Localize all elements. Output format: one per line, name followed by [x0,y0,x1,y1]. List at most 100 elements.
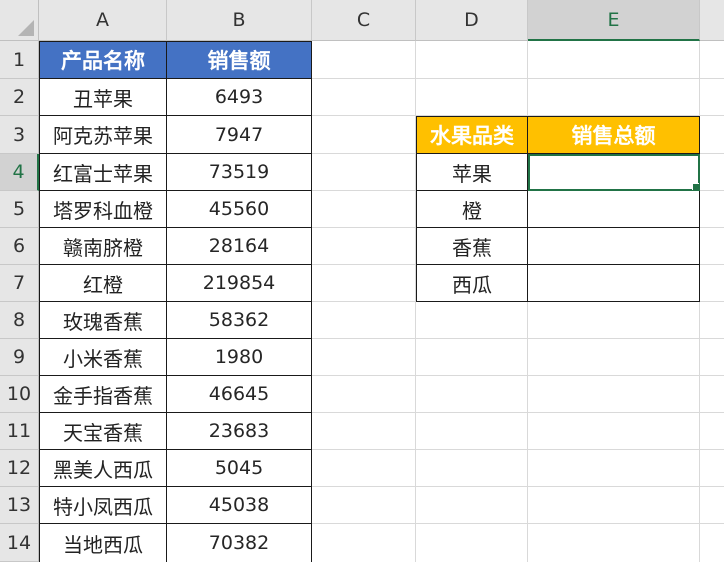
cell-d5-category[interactable]: 橙 [416,191,528,228]
row-header-6[interactable]: 6 [0,228,39,265]
cell-e8[interactable] [528,302,700,339]
cell-c13[interactable] [312,487,416,524]
cell-a2-product[interactable]: 丑苹果 [39,79,167,116]
cell-e1[interactable] [528,41,700,79]
row-header-8[interactable]: 8 [0,302,39,339]
cell-b2-sales[interactable]: 6493 [167,79,312,116]
cell-c6[interactable] [312,228,416,265]
cell-e2[interactable] [528,79,700,116]
cell-f9[interactable] [700,339,724,376]
cell-f5[interactable] [700,191,724,228]
cell-e4-total-selected[interactable] [528,154,700,191]
row-header-13[interactable]: 13 [0,487,39,524]
cell-d14[interactable] [416,524,528,562]
cell-b12-sales[interactable]: 5045 [167,450,312,487]
cell-f11[interactable] [700,413,724,450]
row-header-7[interactable]: 7 [0,265,39,302]
cell-a11-product[interactable]: 天宝香蕉 [39,413,167,450]
cell-d9[interactable] [416,339,528,376]
column-header-f-partial[interactable] [700,0,724,41]
row-header-1[interactable]: 1 [0,41,39,79]
cell-f6[interactable] [700,228,724,265]
cell-b7-sales[interactable]: 219854 [167,265,312,302]
cell-f1[interactable] [700,41,724,79]
cell-a5-product[interactable]: 塔罗科血橙 [39,191,167,228]
cell-b11-sales[interactable]: 23683 [167,413,312,450]
cell-a9-product[interactable]: 小米香蕉 [39,339,167,376]
cell-d8[interactable] [416,302,528,339]
cell-f8[interactable] [700,302,724,339]
select-all-corner[interactable] [0,0,39,41]
column-header-a[interactable]: A [39,0,167,41]
cell-b13-sales[interactable]: 45038 [167,487,312,524]
cell-b6-sales[interactable]: 28164 [167,228,312,265]
cell-c10[interactable] [312,376,416,413]
cell-a7-product[interactable]: 红橙 [39,265,167,302]
cell-d1[interactable] [416,41,528,79]
cell-b8-sales[interactable]: 58362 [167,302,312,339]
cell-d6-category[interactable]: 香蕉 [416,228,528,265]
cell-a14-product[interactable]: 当地西瓜 [39,524,167,562]
cell-f2[interactable] [700,79,724,116]
cell-f4[interactable] [700,154,724,191]
cell-f7[interactable] [700,265,724,302]
cell-c8[interactable] [312,302,416,339]
cell-a3-product[interactable]: 阿克苏苹果 [39,116,167,154]
cell-a1-product-name-header[interactable]: 产品名称 [39,41,167,79]
row-header-5[interactable]: 5 [0,191,39,228]
column-header-e[interactable]: E [528,0,700,41]
cell-c4[interactable] [312,154,416,191]
cell-c1[interactable] [312,41,416,79]
cell-d2[interactable] [416,79,528,116]
cell-e3-total-header[interactable]: 销售总额 [528,116,700,154]
cell-e9[interactable] [528,339,700,376]
cell-a12-product[interactable]: 黑美人西瓜 [39,450,167,487]
fill-handle[interactable] [692,183,699,190]
row-header-3[interactable]: 3 [0,116,39,154]
cell-e6-total[interactable] [528,228,700,265]
cell-d12[interactable] [416,450,528,487]
cell-f14[interactable] [700,524,724,562]
cell-b9-sales[interactable]: 1980 [167,339,312,376]
cell-c2[interactable] [312,79,416,116]
row-header-11[interactable]: 11 [0,413,39,450]
cell-e13[interactable] [528,487,700,524]
cell-f12[interactable] [700,450,724,487]
cell-a10-product[interactable]: 金手指香蕉 [39,376,167,413]
row-header-14[interactable]: 14 [0,524,39,562]
cell-b3-sales[interactable]: 7947 [167,116,312,154]
cell-e10[interactable] [528,376,700,413]
cell-a8-product[interactable]: 玫瑰香蕉 [39,302,167,339]
cell-c5[interactable] [312,191,416,228]
column-header-d[interactable]: D [416,0,528,41]
cell-e14[interactable] [528,524,700,562]
row-header-9[interactable]: 9 [0,339,39,376]
cell-a6-product[interactable]: 赣南脐橙 [39,228,167,265]
cell-d10[interactable] [416,376,528,413]
cell-e11[interactable] [528,413,700,450]
cell-b10-sales[interactable]: 46645 [167,376,312,413]
column-header-b[interactable]: B [167,0,312,41]
cell-f3[interactable] [700,116,724,154]
cell-e12[interactable] [528,450,700,487]
cell-c3[interactable] [312,116,416,154]
cell-e5-total[interactable] [528,191,700,228]
row-header-12[interactable]: 12 [0,450,39,487]
cell-b14-sales[interactable]: 70382 [167,524,312,562]
row-header-10[interactable]: 10 [0,376,39,413]
cell-c12[interactable] [312,450,416,487]
row-header-4[interactable]: 4 [0,154,39,191]
cell-b1-sales-header[interactable]: 销售额 [167,41,312,79]
row-header-2[interactable]: 2 [0,79,39,116]
cell-c7[interactable] [312,265,416,302]
cell-d7-category[interactable]: 西瓜 [416,265,528,302]
cell-a4-product[interactable]: 红富士苹果 [39,154,167,191]
cell-d4-category[interactable]: 苹果 [416,154,528,191]
cell-c11[interactable] [312,413,416,450]
cell-c14[interactable] [312,524,416,562]
cell-b5-sales[interactable]: 45560 [167,191,312,228]
column-header-c[interactable]: C [312,0,416,41]
cell-c9[interactable] [312,339,416,376]
cell-f13[interactable] [700,487,724,524]
cell-f10[interactable] [700,376,724,413]
